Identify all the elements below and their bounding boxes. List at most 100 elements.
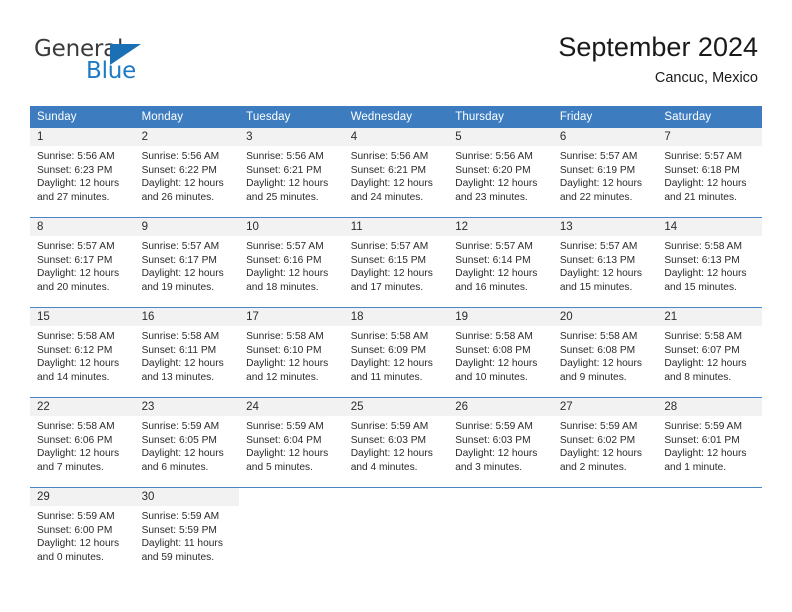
day-details: Sunrise: 5:59 AM Sunset: 6:00 PM Daylight:…	[30, 506, 135, 564]
day-cell[interactable]: 19 Sunrise: 5:58 AM Sunset: 6:08 PM Dayligh…	[448, 307, 553, 398]
day-number: 16	[134, 308, 240, 326]
day-details: Sunrise: 5:58 AM Sunset: 6:08 PM Daylight:…	[553, 326, 658, 384]
day-cell[interactable]: 15 Sunrise: 5:58 AM Sunset: 6:12 PM Dayligh…	[30, 307, 135, 398]
day-details: Sunrise: 5:57 AM Sunset: 6:15 PM Daylight:…	[344, 236, 449, 294]
daylight-text-line1: Daylight: 12 hours	[246, 268, 329, 280]
sunrise-text: Sunrise: 5:59 AM	[141, 421, 220, 432]
day-cell[interactable]: 17 Sunrise: 5:58 AM Sunset: 6:10 PM Dayligh…	[239, 307, 344, 398]
day-details: Sunrise: 5:57 AM Sunset: 6:13 PM Daylight:…	[553, 236, 658, 294]
day-cell[interactable]: 5 Sunrise: 5:56 AM Sunset: 6:20 PM Daylight…	[448, 128, 553, 218]
day-number: 12	[448, 218, 553, 236]
week-row: 15 Sunrise: 5:58 AM Sunset: 6:12 PM Dayligh…	[30, 307, 762, 398]
day-cell[interactable]: 14 Sunrise: 5:58 AM Sunset: 6:13 PM Dayligh…	[657, 217, 762, 308]
day-cell[interactable]: 11 Sunrise: 5:57 AM Sunset: 6:15 PM Dayligh…	[343, 217, 449, 308]
sunrise-text: Sunrise: 5:58 AM	[664, 331, 742, 342]
daylight-text-line1: Daylight: 12 hours	[664, 268, 747, 280]
daylight-text-line1: Daylight: 12 hours	[559, 358, 642, 370]
day-details: Sunrise: 5:56 AM Sunset: 6:22 PM Daylight:…	[135, 146, 240, 204]
daylight-text-line2: and 13 minutes.	[141, 371, 215, 383]
day-details: Sunrise: 5:56 AM Sunset: 6:20 PM Daylight:…	[448, 146, 553, 204]
day-cell[interactable]: 16 Sunrise: 5:58 AM Sunset: 6:11 PM Dayligh…	[134, 307, 240, 398]
week-row: 1 Sunrise: 5:56 AM Sunset: 6:23 PM Daylight…	[30, 128, 762, 218]
day-number: 29	[30, 488, 135, 506]
week-row: 29 Sunrise: 5:59 AM Sunset: 6:00 PM Dayligh…	[30, 487, 762, 577]
day-details: Sunrise: 5:58 AM Sunset: 6:09 PM Daylight:…	[344, 326, 449, 384]
day-cell[interactable]: 26 Sunrise: 5:59 AM Sunset: 6:03 PM Dayligh…	[448, 397, 553, 488]
day-details: Sunrise: 5:59 AM Sunset: 5:59 PM Daylight:…	[135, 506, 240, 564]
day-details: Sunrise: 5:58 AM Sunset: 6:08 PM Daylight:…	[448, 326, 553, 384]
day-number: 5	[448, 128, 553, 146]
day-cell[interactable]: 20 Sunrise: 5:58 AM Sunset: 6:08 PM Dayligh…	[552, 307, 658, 398]
daylight-text-line1: Daylight: 12 hours	[37, 268, 120, 280]
day-number: 1	[30, 128, 135, 146]
day-details: Sunrise: 5:57 AM Sunset: 6:17 PM Daylight:…	[30, 236, 135, 294]
day-number: 7	[657, 128, 762, 146]
day-number: 17	[239, 308, 344, 326]
general-blue-logo[interactable]: General Blue	[34, 36, 214, 88]
daylight-text-line2: and 27 minutes.	[37, 191, 110, 203]
sunset-text: Sunset: 6:04 PM	[246, 434, 322, 446]
sunset-text: Sunset: 6:03 PM	[455, 434, 531, 446]
day-number: 30	[134, 488, 240, 506]
day-cell[interactable]: 25 Sunrise: 5:59 AM Sunset: 6:03 PM Dayligh…	[343, 397, 449, 488]
sunrise-text: Sunrise: 5:57 AM	[141, 241, 220, 252]
weekday-header-thursday: Thursday	[448, 106, 553, 128]
daylight-text-line2: and 24 minutes.	[350, 191, 424, 203]
day-cell-empty	[552, 487, 658, 577]
day-cell[interactable]: 22 Sunrise: 5:58 AM Sunset: 6:06 PM Dayligh…	[30, 397, 135, 488]
daylight-text-line1: Daylight: 12 hours	[141, 268, 224, 280]
day-cell[interactable]: 2 Sunrise: 5:56 AM Sunset: 6:22 PM Daylight…	[134, 128, 240, 218]
daylight-text-line2: and 20 minutes.	[37, 281, 110, 293]
day-cell[interactable]: 8 Sunrise: 5:57 AM Sunset: 6:17 PM Daylight…	[30, 217, 135, 308]
day-cell[interactable]: 27 Sunrise: 5:59 AM Sunset: 6:02 PM Dayligh…	[552, 397, 658, 488]
calendar-grid: Sunday Monday Tuesday Wednesday Thursday…	[30, 106, 762, 577]
day-cell[interactable]: 7 Sunrise: 5:57 AM Sunset: 6:18 PM Daylight…	[657, 128, 762, 218]
sunrise-text: Sunrise: 5:57 AM	[664, 151, 742, 162]
day-cell[interactable]: 21 Sunrise: 5:58 AM Sunset: 6:07 PM Dayligh…	[657, 307, 762, 398]
day-cell[interactable]: 9 Sunrise: 5:57 AM Sunset: 6:17 PM Daylight…	[134, 217, 240, 308]
day-cell[interactable]: 10 Sunrise: 5:57 AM Sunset: 6:16 PM Dayligh…	[239, 217, 344, 308]
sunrise-text: Sunrise: 5:58 AM	[559, 331, 638, 342]
day-cell[interactable]: 13 Sunrise: 5:57 AM Sunset: 6:13 PM Dayligh…	[552, 217, 658, 308]
sunset-text: Sunset: 6:21 PM	[246, 164, 322, 176]
day-cell[interactable]: 4 Sunrise: 5:56 AM Sunset: 6:21 PM Daylight…	[343, 128, 449, 218]
sunrise-text: Sunrise: 5:56 AM	[37, 151, 115, 162]
sunset-text: Sunset: 6:20 PM	[455, 164, 531, 176]
day-cell[interactable]: 3 Sunrise: 5:56 AM Sunset: 6:21 PM Daylight…	[239, 128, 344, 218]
day-cell[interactable]: 23 Sunrise: 5:59 AM Sunset: 6:05 PM Dayligh…	[134, 397, 240, 488]
weekday-header-saturday: Saturday	[657, 106, 762, 128]
daylight-text-line1: Daylight: 12 hours	[350, 268, 433, 280]
day-details: Sunrise: 5:58 AM Sunset: 6:13 PM Daylight:…	[657, 236, 762, 294]
day-details: Sunrise: 5:58 AM Sunset: 6:07 PM Daylight:…	[657, 326, 762, 384]
day-cell[interactable]: 28 Sunrise: 5:59 AM Sunset: 6:01 PM Dayligh…	[657, 397, 762, 488]
sunset-text: Sunset: 6:19 PM	[559, 164, 636, 176]
daylight-text-line1: Daylight: 12 hours	[455, 448, 538, 460]
day-cell[interactable]: 6 Sunrise: 5:57 AM Sunset: 6:19 PM Daylight…	[552, 128, 658, 218]
sunrise-text: Sunrise: 5:59 AM	[455, 421, 533, 432]
day-details: Sunrise: 5:57 AM Sunset: 6:18 PM Daylight:…	[657, 146, 762, 204]
sunrise-text: Sunrise: 5:59 AM	[37, 511, 115, 522]
sunrise-text: Sunrise: 5:59 AM	[350, 421, 429, 432]
day-cell[interactable]: 12 Sunrise: 5:57 AM Sunset: 6:14 PM Dayligh…	[448, 217, 553, 308]
day-cell[interactable]: 18 Sunrise: 5:58 AM Sunset: 6:09 PM Dayligh…	[343, 307, 449, 398]
day-number: 27	[552, 398, 658, 416]
daylight-text-line2: and 8 minutes.	[664, 371, 732, 383]
sunset-text: Sunset: 6:01 PM	[664, 434, 740, 446]
daylight-text-line1: Daylight: 12 hours	[559, 268, 642, 280]
day-cell[interactable]: 24 Sunrise: 5:59 AM Sunset: 6:04 PM Dayligh…	[239, 397, 344, 488]
daylight-text-line2: and 12 minutes.	[246, 371, 319, 383]
weekday-header-tuesday: Tuesday	[239, 106, 344, 128]
weekday-header-friday: Friday	[552, 106, 658, 128]
daylight-text-line1: Daylight: 12 hours	[37, 358, 120, 370]
day-cell[interactable]: 1 Sunrise: 5:56 AM Sunset: 6:23 PM Daylight…	[30, 128, 135, 218]
sunset-text: Sunset: 6:23 PM	[37, 164, 113, 176]
day-cell[interactable]: 30 Sunrise: 5:59 AM Sunset: 5:59 PM Dayligh…	[134, 487, 240, 577]
day-number: 21	[657, 308, 762, 326]
week-row: 8 Sunrise: 5:57 AM Sunset: 6:17 PM Daylight…	[30, 217, 762, 308]
daylight-text-line2: and 1 minute.	[664, 461, 727, 473]
page-header: General Blue September 2024 Cancuc, Mexi…	[0, 0, 792, 100]
daylight-text-line2: and 17 minutes.	[350, 281, 424, 293]
daylight-text-line2: and 15 minutes.	[664, 281, 737, 293]
day-cell[interactable]: 29 Sunrise: 5:59 AM Sunset: 6:00 PM Dayligh…	[30, 487, 135, 577]
sunrise-text: Sunrise: 5:56 AM	[350, 151, 429, 162]
